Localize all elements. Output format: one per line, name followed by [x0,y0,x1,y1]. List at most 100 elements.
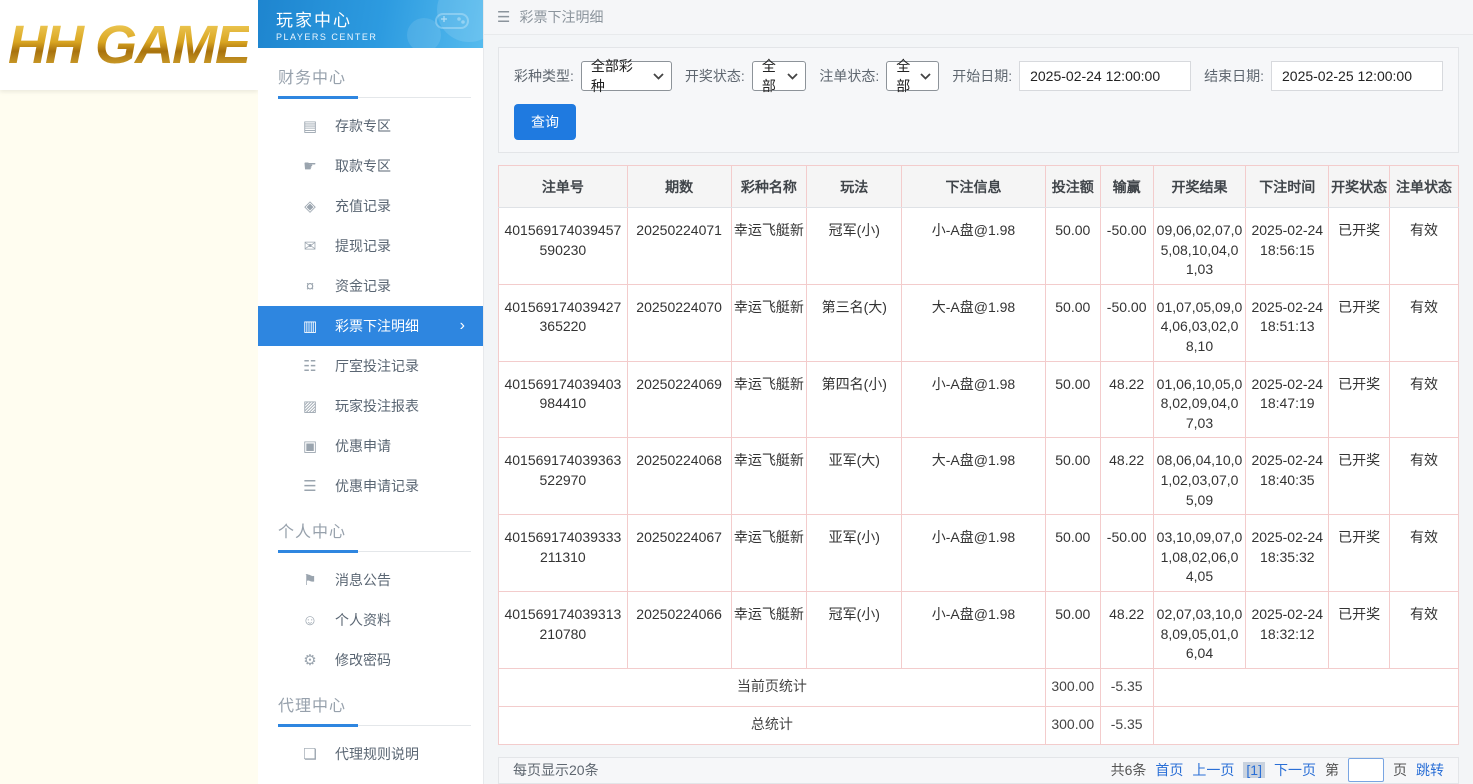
sidebar-item-link[interactable]: ▨ 玩家投注报表 [258,386,483,426]
promo-apply-icon: ▣ [300,437,320,455]
prev-page-link[interactable]: 上一页 [1192,760,1234,780]
sidebar-item-link[interactable]: ▤ 存款专区 [258,106,483,146]
sidebar-item-link[interactable]: ☺个人资料 [258,600,483,640]
cell: -50.00 [1100,515,1153,592]
order-status-select[interactable]: 全部 [886,61,939,91]
profile-person-icon: ☺ [300,612,320,629]
cell: 已开奖 [1329,591,1390,668]
sidebar-item-label: 消息公告 [335,570,391,590]
start-date-input[interactable] [1019,61,1191,91]
cell: 2025-02-24 18:47:19 [1246,361,1329,438]
cell: 冠军(小) [807,591,902,668]
table-row: 40156917403942736522020250224070幸运飞艇新第三名… [499,284,1459,361]
sidebar-item-link[interactable]: ¤资金记录 [258,266,483,306]
cell: 50.00 [1045,438,1100,515]
summary-label: 总统计 [499,706,1046,744]
bets-table: 注单号期数彩种名称玩法下注信息投注额输赢开奖结果下注时间开奖状态注单状态 401… [498,165,1459,745]
table-row: 40156917403933321131020250224067幸运飞艇新亚军(… [499,515,1459,592]
sidebar-item-label: 存款专区 [335,116,391,136]
cell: 02,07,03,10,08,09,05,01,06,04 [1153,591,1246,668]
summary-row: 总统计300.00-5.35 [499,706,1459,744]
table-row: 40156917403945759023020250224071幸运飞艇新冠军(… [499,208,1459,285]
sidebar-item-link[interactable]: ▣优惠申请 [258,426,483,466]
sidebar-item-link[interactable]: ⚑消息公告 [258,560,483,600]
gamepad-icon [435,10,469,32]
order-status-value: 全部 [896,56,910,96]
end-date-input[interactable] [1271,61,1443,91]
cell: 幸运飞艇新 [731,515,807,592]
lottery-type-select[interactable]: 全部彩种 [581,61,672,91]
sidebar-item-link[interactable]: ✉提现记录 [258,226,483,266]
sidebar-item-link[interactable]: ⚙修改密码 [258,640,483,680]
cell: 401569174039333211310 [499,515,628,592]
cell: 已开奖 [1329,361,1390,438]
sidebar-item-active[interactable]: ▥彩票下注明细› [258,306,483,346]
cell: 小-A盘@1.98 [902,515,1046,592]
table-row: 40156917403936352297020250224068幸运飞艇新亚军(… [499,438,1459,515]
table-body: 40156917403945759023020250224071幸运飞艇新冠军(… [499,208,1459,745]
sidebar-item-link[interactable]: ☰优惠申请记录 [258,466,483,506]
sidebar-item-label: 厅室投注记录 [335,356,419,376]
cell: 2025-02-24 18:32:12 [1246,591,1329,668]
cell: 401569174039427365220 [499,284,628,361]
page-jump-input[interactable] [1348,758,1384,782]
cell: 401569174039457590230 [499,208,628,285]
summary-label: 当前页统计 [499,668,1046,706]
sidebar-item-link[interactable]: ◈充值记录 [258,186,483,226]
sidebar-item-label: 代理规则说明 [335,744,419,764]
pagination-bar: 每页显示20条 共6条 首页 上一页 [1] 下一页 第 页 跳转 [498,757,1459,784]
chevron-down-icon [787,73,798,80]
cell: 20250224070 [627,284,731,361]
lottery-type-value: 全部彩种 [591,56,643,96]
cell: 50.00 [1045,208,1100,285]
draw-status-value: 全部 [762,56,778,96]
next-page-link[interactable]: 下一页 [1274,760,1316,780]
draw-status-select[interactable]: 全部 [752,61,807,91]
table-row: 40156917403931321078020250224066幸运飞艇新冠军(… [499,591,1459,668]
query-button[interactable]: 查询 [514,104,576,140]
sidebar-item-label: 玩家投注报表 [335,396,419,416]
chevron-down-icon [920,73,931,80]
logo-bar: HH GAME [0,0,258,90]
sidebar-item-link[interactable]: ❏ 代理规则说明 [258,734,483,774]
column-header: 注单号 [499,166,628,208]
jump-button[interactable]: 跳转 [1416,760,1444,780]
cell: 401569174039403984410 [499,361,628,438]
cell: 已开奖 [1329,515,1390,592]
column-header: 下注时间 [1246,166,1329,208]
section-underline [278,97,471,98]
sidebar-item-link[interactable]: ☛取款专区 [258,146,483,186]
cell: 已开奖 [1329,284,1390,361]
withdrawal-record-icon: ✉ [300,237,320,255]
cell: 2025-02-24 18:56:15 [1246,208,1329,285]
order-status-label: 注单状态: [819,66,879,86]
agent-rules-doc-icon: ❏ [300,745,320,763]
player-bet-report-icon: ▨ [300,397,320,415]
column-header: 彩种名称 [731,166,807,208]
sidebar-header: 玩家中心 PLAYERS CENTER [258,0,483,48]
cell: 亚军(小) [807,515,902,592]
hamburger-menu-icon[interactable]: ☰ [497,8,510,26]
bets-table-card: 注单号期数彩种名称玩法下注信息投注额输赢开奖结果下注时间开奖状态注单状态 401… [498,165,1459,745]
first-page-link[interactable]: 首页 [1155,760,1183,780]
withdraw-hand-icon: ☛ [300,157,320,175]
cell: 有效 [1390,284,1459,361]
sidebar-item-label: 充值记录 [335,196,391,216]
cell: 2025-02-24 18:35:32 [1246,515,1329,592]
filter-panel: 彩种类型: 全部彩种 开奖状态: 全部 注单状态: 全部 开始日期: 结束日期:… [498,47,1459,153]
table-row: 40156917403940398441020250224069幸运飞艇新第四名… [499,361,1459,438]
cell: 有效 [1390,515,1459,592]
deposit-card-icon: ▤ [300,117,320,135]
column-header: 投注额 [1045,166,1100,208]
cell: -50.00 [1100,208,1153,285]
sidebar-item-link[interactable]: ☷厅室投注记录 [258,346,483,386]
summary-bet-total: 300.00 [1045,706,1100,744]
cell: 401569174039313210780 [499,591,628,668]
column-header: 期数 [627,166,731,208]
sidebar-item-link[interactable]: ▦代理团队统计 [258,774,483,784]
column-header: 玩法 [807,166,902,208]
start-date-label: 开始日期: [952,66,1012,86]
chevron-right-icon: › [460,317,465,335]
cell: 50.00 [1045,284,1100,361]
section-underline [278,551,471,552]
